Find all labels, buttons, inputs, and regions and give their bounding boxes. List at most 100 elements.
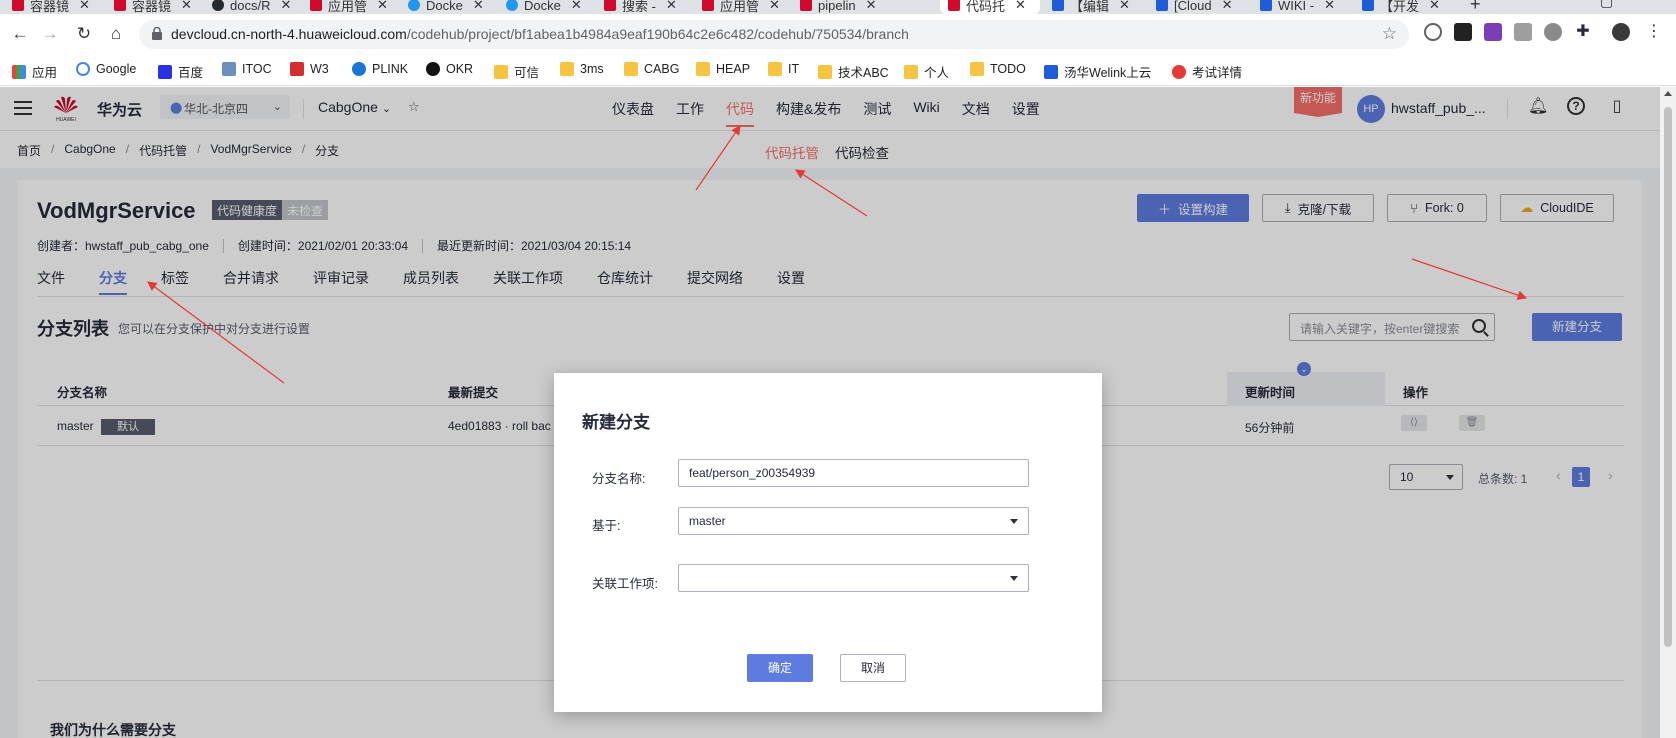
scrollbar-thumb[interactable] bbox=[1664, 107, 1672, 647]
close-icon[interactable]: ✕ bbox=[1222, 0, 1233, 13]
workitem-select[interactable] bbox=[678, 564, 1029, 592]
close-icon[interactable]: ✕ bbox=[181, 0, 192, 13]
bookmark-item[interactable]: CABG bbox=[624, 62, 679, 76]
close-icon[interactable]: ✕ bbox=[280, 0, 291, 13]
branch-name-input[interactable]: feat/person_z00354939 bbox=[678, 459, 1029, 487]
folder-icon bbox=[624, 62, 638, 76]
close-icon[interactable]: ✕ bbox=[666, 0, 677, 13]
cancel-button[interactable]: 取消 bbox=[840, 654, 906, 682]
close-icon[interactable]: ✕ bbox=[1324, 0, 1335, 13]
url-host: devcloud.cn-north-4.huaweicloud.com bbox=[171, 26, 407, 42]
browser-tab[interactable]: 【编辑 ✕ bbox=[1052, 0, 1130, 14]
welink-icon bbox=[1362, 0, 1374, 11]
bookmark-item[interactable]: 3ms bbox=[560, 62, 604, 76]
profile-avatar-icon[interactable] bbox=[1612, 23, 1630, 41]
bookmark-label: TODO bbox=[990, 62, 1026, 76]
huawei-icon bbox=[702, 0, 714, 11]
bookmark-item[interactable]: W3 bbox=[290, 62, 329, 76]
extension-icon[interactable] bbox=[1424, 23, 1442, 41]
bookmark-item[interactable]: HEAP bbox=[696, 62, 750, 76]
new-tab-button[interactable]: + bbox=[1470, 0, 1481, 14]
workitem-label: 关联工作项: bbox=[592, 577, 658, 591]
close-icon[interactable]: ✕ bbox=[866, 0, 877, 13]
bookmark-label: 技术ABC bbox=[838, 66, 889, 80]
forward-icon[interactable]: → bbox=[40, 24, 60, 44]
tab-label: [Cloud bbox=[1174, 0, 1212, 13]
bookmark-item[interactable]: 应用 bbox=[12, 62, 57, 81]
bookmark-label: 个人 bbox=[924, 66, 950, 80]
bookmark-item[interactable]: ITOC bbox=[222, 62, 272, 76]
bookmark-item[interactable]: 汤华Welink上云 bbox=[1044, 62, 1151, 81]
bookmark-item[interactable]: 考试详情 bbox=[1172, 62, 1242, 81]
scroll-up-icon[interactable] bbox=[1664, 91, 1672, 96]
extension-icon[interactable] bbox=[1544, 23, 1562, 41]
welink-icon bbox=[1044, 64, 1058, 79]
browser-toolbar: ← → ↻ ⌂ devcloud.cn-north-4.huaweicloud.… bbox=[0, 14, 1676, 54]
huawei-icon bbox=[948, 0, 960, 11]
browser-tab[interactable]: 容器镜 ✕ bbox=[114, 0, 192, 14]
browser-tab[interactable]: 容器镜 ✕ bbox=[12, 0, 90, 14]
base-label: 基于: bbox=[592, 519, 621, 533]
folder-icon bbox=[494, 64, 508, 79]
browser-tab[interactable]: [Cloud ✕ bbox=[1156, 0, 1232, 14]
bookmark-label: HEAP bbox=[716, 62, 751, 76]
browser-tab-active[interactable]: 代码托 ✕ bbox=[940, 0, 1040, 14]
browser-tab[interactable]: 搜索 - ✕ bbox=[604, 0, 677, 14]
baidu-icon bbox=[158, 64, 172, 79]
bookmark-star-icon[interactable]: ☆ bbox=[1382, 24, 1397, 44]
address-bar[interactable]: devcloud.cn-north-4.huaweicloud.com/code… bbox=[139, 20, 1409, 49]
bookmark-label: 考试详情 bbox=[1192, 66, 1243, 80]
close-icon[interactable]: ✕ bbox=[1119, 0, 1130, 13]
browser-tab[interactable]: docs/R ✕ bbox=[212, 0, 291, 14]
bookmark-item[interactable]: 技术ABC bbox=[818, 62, 889, 81]
puzzle-icon[interactable]: ✚ bbox=[1574, 23, 1592, 41]
browser-tab[interactable]: Docke ✕ bbox=[506, 0, 582, 14]
close-icon[interactable]: ✕ bbox=[1429, 0, 1440, 13]
tab-label: Docke bbox=[524, 0, 561, 13]
close-icon[interactable]: ✕ bbox=[473, 0, 484, 13]
bookmark-item[interactable]: Google bbox=[76, 62, 136, 76]
huawei-icon bbox=[604, 0, 616, 11]
browser-menu-icon[interactable]: ⋮ bbox=[1645, 23, 1663, 41]
huawei-icon bbox=[12, 0, 24, 11]
bookmark-item[interactable]: 百度 bbox=[158, 62, 203, 81]
bookmark-item[interactable]: OKR bbox=[426, 62, 473, 76]
tab-label: 代码托 bbox=[966, 0, 1006, 14]
folder-icon bbox=[560, 62, 574, 76]
bookmark-item[interactable]: 可信 bbox=[494, 62, 539, 81]
bookmark-item[interactable]: 个人 bbox=[904, 62, 949, 81]
tab-label: pipelin bbox=[818, 0, 856, 13]
back-icon[interactable]: ← bbox=[10, 24, 30, 44]
huawei-icon bbox=[114, 0, 126, 11]
browser-tab[interactable]: 应用管 ✕ bbox=[310, 0, 388, 14]
close-icon[interactable]: ✕ bbox=[571, 0, 582, 13]
bookmarks-bar: 应用 Google 百度 ITOC W3 PLINK OKR 可信 3ms CA… bbox=[0, 54, 1676, 86]
bookmark-item[interactable]: TODO bbox=[970, 62, 1026, 76]
browser-tab[interactable]: 应用管 ✕ bbox=[702, 0, 780, 14]
browser-tab[interactable]: WIKI - ✕ bbox=[1260, 0, 1335, 14]
close-icon[interactable]: ✕ bbox=[377, 0, 388, 13]
base-branch-select[interactable]: master bbox=[678, 507, 1029, 535]
extension-icon[interactable] bbox=[1484, 23, 1502, 41]
close-icon[interactable]: ✕ bbox=[1015, 0, 1026, 13]
browser-tab[interactable]: Docke ✕ bbox=[408, 0, 484, 14]
folder-icon bbox=[904, 64, 918, 79]
extension-icon[interactable] bbox=[1514, 23, 1532, 41]
browser-tab[interactable]: 【开发 ✕ bbox=[1362, 0, 1440, 14]
close-icon[interactable]: ✕ bbox=[79, 0, 90, 13]
welink-icon bbox=[1260, 0, 1272, 11]
close-icon[interactable]: ✕ bbox=[769, 0, 780, 13]
home-icon[interactable]: ⌂ bbox=[106, 24, 126, 44]
bookmark-item[interactable]: PLINK bbox=[352, 62, 408, 76]
bookmark-label: 3ms bbox=[580, 62, 604, 76]
bookmark-item[interactable]: IT bbox=[768, 62, 799, 76]
reload-icon[interactable]: ↻ bbox=[74, 24, 94, 44]
restore-window-icon[interactable]: ▢ bbox=[1600, 0, 1613, 10]
confirm-button[interactable]: 确定 bbox=[747, 654, 813, 682]
extension-icon[interactable] bbox=[1454, 23, 1472, 41]
page-scrollbar[interactable] bbox=[1660, 87, 1676, 738]
tab-label: 应用管 bbox=[328, 0, 368, 14]
bookmark-label: W3 bbox=[310, 62, 329, 76]
caret-down-icon bbox=[1010, 519, 1018, 524]
browser-tab[interactable]: pipelin ✕ bbox=[800, 0, 877, 14]
